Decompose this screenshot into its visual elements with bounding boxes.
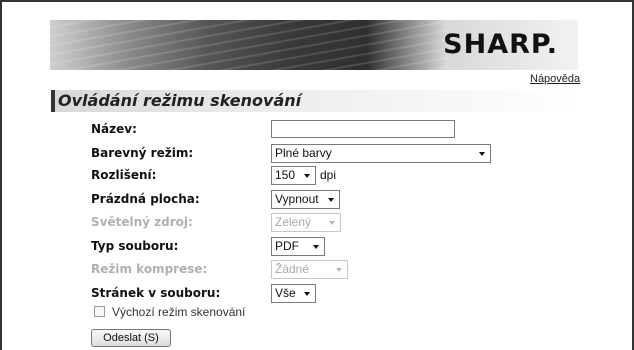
compression-label: Režim komprese:	[91, 262, 208, 276]
file-type-label: Typ souboru:	[91, 239, 179, 253]
resolution-select[interactable]: 150	[271, 166, 316, 185]
color-mode-value: Plné barvy	[275, 146, 332, 160]
default-mode-checkbox[interactable]	[94, 306, 105, 317]
pages-per-file-label: Stránek v souboru:	[91, 286, 221, 300]
section-title: Ovládání režimu skenování	[51, 90, 579, 112]
name-label: Název:	[91, 122, 137, 136]
light-source-value: Zelený	[275, 215, 312, 229]
chevron-down-icon	[479, 152, 485, 156]
default-mode-label: Výchozí režim skenování	[112, 305, 246, 319]
chevron-down-icon	[329, 221, 335, 225]
chevron-down-icon	[328, 198, 334, 202]
sharp-logo: SHARP.	[443, 29, 558, 60]
chevron-down-icon	[336, 268, 342, 272]
color-mode-label: Barevný režim:	[91, 146, 194, 160]
pages-per-file-select[interactable]: Vše	[271, 284, 316, 303]
resolution-label: Rozlišení:	[91, 168, 157, 182]
blank-page-select[interactable]: Vypnout	[271, 190, 340, 209]
name-input[interactable]	[271, 120, 455, 138]
chevron-down-icon	[304, 174, 310, 178]
compression-value: Žádné	[275, 262, 310, 276]
form-row-compression: Režim komprese: Žádné	[0, 260, 634, 280]
form-row-color-mode: Barevný režim: Plné barvy	[0, 144, 634, 164]
header-banner: SHARP.	[50, 20, 578, 70]
chevron-down-icon	[304, 292, 310, 296]
light-source-label: Světelný zdroj:	[91, 215, 193, 229]
form-row-resolution: Rozlišení: 150 dpi	[0, 166, 634, 186]
file-type-value: PDF	[275, 239, 299, 253]
file-type-select[interactable]: PDF	[271, 237, 325, 256]
form-row-light-source: Světelný zdroj: Zelený	[0, 213, 634, 233]
help-link[interactable]: Nápověda	[530, 73, 580, 85]
pages-per-file-value: Vše	[275, 286, 296, 300]
blank-page-value: Vypnout	[275, 192, 319, 206]
color-mode-select[interactable]: Plné barvy	[271, 144, 491, 163]
resolution-value: 150	[275, 168, 296, 182]
submit-button[interactable]: Odeslat (S)	[91, 329, 171, 347]
banner-decoration	[50, 20, 450, 70]
form-row-pages-per-file: Stránek v souboru: Vše	[0, 284, 634, 304]
resolution-unit: dpi	[320, 168, 337, 182]
chevron-down-icon	[313, 245, 319, 249]
light-source-select: Zelený	[271, 213, 341, 232]
blank-page-label: Prázdná plocha:	[91, 192, 200, 206]
form-row-blank-page: Prázdná plocha: Vypnout	[0, 190, 634, 210]
compression-select: Žádné	[271, 260, 348, 279]
form-row-name: Název:	[0, 120, 634, 140]
form-row-file-type: Typ souboru: PDF	[0, 237, 634, 257]
